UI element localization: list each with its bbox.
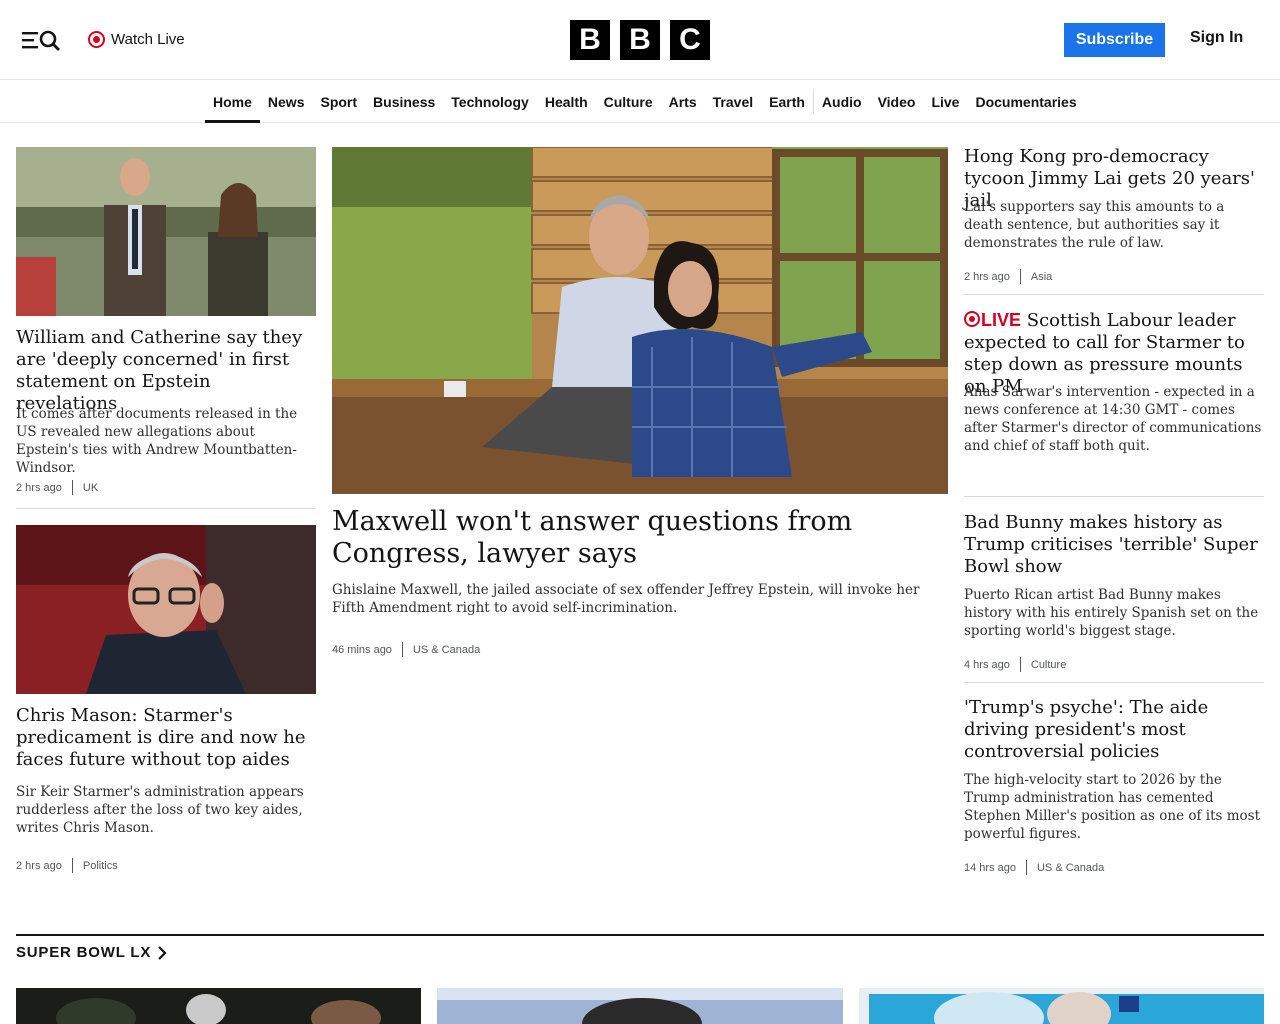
- story-category-link[interactable]: US & Canada: [1037, 862, 1104, 874]
- nav-item-earth[interactable]: Earth: [761, 81, 813, 122]
- subscribe-button[interactable]: Subscribe: [1064, 23, 1165, 57]
- nav-item-home[interactable]: Home: [205, 81, 260, 123]
- meta-separator: [1019, 269, 1021, 284]
- nav-item-arts[interactable]: Arts: [661, 81, 705, 122]
- story-image-starmer[interactable]: [16, 525, 316, 694]
- story-time: 46 mins ago: [332, 643, 392, 656]
- logo-letter-b2: B: [620, 20, 660, 60]
- nav-item-culture[interactable]: Culture: [596, 81, 661, 122]
- main-nav: Home News Sport Business Technology Heal…: [0, 81, 1280, 123]
- super-bowl-photo-2: [437, 988, 843, 1024]
- royals-photo: [16, 147, 316, 316]
- story-summary-miller: The high-velocity start to 2026 by the T…: [964, 772, 1261, 842]
- site-header: Watch Live B B C Subscribe Sign In: [0, 0, 1280, 80]
- story-image-maxwell[interactable]: [332, 147, 948, 494]
- story-divider: [964, 496, 1264, 497]
- watch-live-label: Watch Live: [111, 30, 185, 48]
- nav-item-health[interactable]: Health: [537, 81, 596, 122]
- section-title-text: SUPER BOWL LX: [16, 944, 152, 961]
- story-divider: [964, 294, 1264, 295]
- story-time: 14 hrs ago: [964, 861, 1016, 874]
- story-summary-bad-bunny: Puerto Rican artist Bad Bunny makes hist…: [964, 587, 1259, 639]
- story-time: 2 hrs ago: [16, 481, 62, 494]
- menu-search-button[interactable]: [20, 28, 62, 52]
- story-summary-jimmy-lai: Lai's supporters say this amounts to a d…: [964, 199, 1225, 251]
- nav-item-live[interactable]: Live: [923, 81, 967, 122]
- nav-item-audio[interactable]: Audio: [814, 81, 870, 122]
- section-title-super-bowl[interactable]: SUPER BOWL LX: [16, 944, 167, 961]
- bbc-logo[interactable]: B B C: [570, 20, 710, 60]
- story-headline-mason[interactable]: Chris Mason: Starmer's predicament is di…: [16, 705, 316, 771]
- story-meta-mason: 2 hrs ago Politics: [16, 858, 118, 873]
- story-headline-miller[interactable]: 'Trump's psyche': The aide driving presi…: [964, 697, 1264, 763]
- section-card-image-3[interactable]: [859, 988, 1264, 1024]
- story-category-link[interactable]: US & Canada: [413, 644, 480, 656]
- nav-item-travel[interactable]: Travel: [705, 81, 761, 122]
- story-category-link[interactable]: Politics: [83, 860, 118, 872]
- sign-in-link[interactable]: Sign In: [1190, 29, 1243, 47]
- story-headline-maxwell[interactable]: Maxwell won't answer questions from Cong…: [332, 506, 948, 570]
- story-category-link[interactable]: Asia: [1031, 271, 1052, 283]
- section-rule: [16, 934, 1264, 936]
- live-indicator-icon: [88, 30, 105, 48]
- nav-list: Home News Sport Business Technology Heal…: [205, 81, 1085, 123]
- story-meta-jimmy-lai: 2 hrs ago Asia: [964, 269, 1052, 284]
- story-meta-miller: 14 hrs ago US & Canada: [964, 860, 1104, 875]
- meta-separator: [401, 642, 403, 657]
- super-bowl-photo-1: [16, 988, 421, 1024]
- section-card-image-1[interactable]: [16, 988, 421, 1024]
- starmer-photo: [16, 525, 316, 694]
- story-category-link[interactable]: UK: [83, 482, 98, 494]
- super-bowl-photo-3: [859, 988, 1264, 1024]
- story-category-link[interactable]: Culture: [1031, 659, 1066, 671]
- meta-separator: [71, 480, 73, 495]
- story-meta-maxwell: 46 mins ago US & Canada: [332, 642, 480, 657]
- story-headline-royals[interactable]: William and Catherine say they are 'deep…: [16, 327, 316, 415]
- story-summary-maxwell: Ghislaine Maxwell, the jailed associate …: [332, 582, 920, 616]
- menu-search-icon: [22, 30, 60, 51]
- story-divider: [964, 682, 1264, 683]
- live-icon: [964, 311, 980, 327]
- story-image-royals[interactable]: [16, 147, 316, 316]
- logo-letter-c: C: [670, 20, 710, 60]
- meta-separator: [1025, 860, 1027, 875]
- nav-item-video[interactable]: Video: [870, 81, 924, 122]
- story-meta-royals: 2 hrs ago UK: [16, 480, 98, 495]
- story-headline-bad-bunny[interactable]: Bad Bunny makes history as Trump critici…: [964, 512, 1264, 578]
- nav-item-documentaries[interactable]: Documentaries: [967, 81, 1084, 122]
- story-summary-sarwar: Anas Sarwar's intervention - expected in…: [964, 384, 1262, 454]
- nav-item-technology[interactable]: Technology: [443, 81, 537, 122]
- story-summary-mason: Sir Keir Starmer's administration appear…: [16, 784, 304, 836]
- live-label: LIVE: [981, 310, 1022, 330]
- story-meta-bad-bunny: 4 hrs ago Culture: [964, 657, 1066, 672]
- logo-letter-b1: B: [570, 20, 610, 60]
- story-divider: [16, 508, 316, 509]
- section-card-image-2[interactable]: [437, 988, 843, 1024]
- nav-item-news[interactable]: News: [260, 81, 313, 122]
- story-time: 2 hrs ago: [964, 270, 1010, 283]
- story-summary-royals: It comes after documents released in the…: [16, 406, 298, 476]
- watch-live-link[interactable]: Watch Live: [88, 29, 185, 49]
- nav-item-sport[interactable]: Sport: [312, 81, 365, 122]
- story-time: 2 hrs ago: [16, 859, 62, 872]
- meta-separator: [71, 858, 73, 873]
- chevron-right-icon: [158, 945, 167, 960]
- meta-separator: [1019, 657, 1021, 672]
- maxwell-photo: [332, 147, 948, 494]
- story-time: 4 hrs ago: [964, 658, 1010, 671]
- nav-item-business[interactable]: Business: [365, 81, 443, 122]
